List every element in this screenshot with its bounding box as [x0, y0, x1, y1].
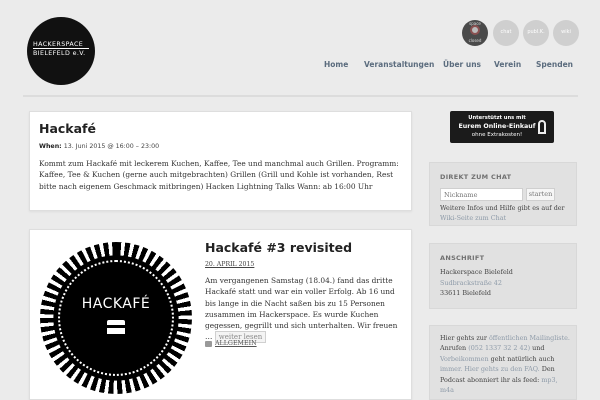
chat-help-text: Weitere Infos und Hilfe gibt es auf der … — [440, 203, 572, 223]
donate-banner[interactable]: Unterstützt uns mit Eurem Online-Einkauf… — [450, 111, 554, 143]
donate-line2: Eurem Online-Einkauf — [458, 123, 536, 130]
hackafe-badge-image[interactable]: HACKAFÉ — [40, 242, 192, 394]
address-block: Hackerspace Bielefeld Sudbrackstraße 42 … — [440, 267, 513, 299]
logo-divider — [33, 48, 89, 49]
info-text-4: geht natürlich auch — [490, 354, 555, 363]
ribbon-icon — [538, 120, 546, 134]
nickname-input[interactable] — [440, 188, 523, 201]
site-logo[interactable]: HACKERSPACE BIELEFELD e.V. — [27, 17, 95, 85]
event-when-label: When: — [39, 143, 62, 150]
widget-title: ANSCHRIFT — [440, 254, 485, 262]
publ-round-button[interactable]: publ.K. — [523, 20, 549, 46]
nav-veranstaltungen[interactable]: Veranstaltungen — [364, 60, 434, 69]
info-widget: Hier gehts zur öffentlichen Mailingliste… — [429, 325, 577, 400]
post-title[interactable]: Hackafé #3 revisited — [205, 240, 352, 255]
status-indicator-icon — [470, 25, 480, 35]
post-category[interactable]: ALLGEMEIN — [205, 340, 257, 347]
chat-wiki-link[interactable]: Wiki-Seite zum Chat — [440, 214, 506, 222]
donate-line1: Unterstützt uns mit — [468, 115, 526, 121]
badge-inner-ring — [58, 260, 174, 376]
blog-post-hackafe-revisited: HACKAFÉ Hackafé #3 revisited 20. APRIL 2… — [29, 229, 412, 400]
nav-ueber-uns[interactable]: Über uns — [443, 60, 481, 69]
address-widget: ANSCHRIFT Hackerspace Bielefeld Sudbrack… — [429, 243, 577, 309]
info-text-3: und — [532, 344, 545, 353]
chat-round-button[interactable]: chat — [493, 20, 519, 46]
category-label: ALLGEMEIN — [215, 340, 257, 347]
chat-help-prefix: Weitere Infos und Hilfe gibt es auf der — [440, 204, 565, 212]
space-status-value: closed — [468, 37, 482, 43]
post-excerpt: Am vergangenen Samstag (18.04.) fand das… — [205, 275, 405, 344]
address-street-link[interactable]: Sudbrackstraße 42 — [440, 278, 513, 289]
mailing-list-link[interactable]: öffentlichen Mailingliste. — [489, 334, 570, 342]
space-status-button[interactable]: space closed — [462, 20, 488, 46]
folder-icon — [205, 340, 212, 347]
nav-spenden[interactable]: Spenden — [536, 60, 573, 69]
info-text-2: Anrufen — [440, 344, 467, 353]
logo-text-line1: HACKERSPACE — [33, 41, 84, 48]
event-post-hackafe: Hackafé When: 13. Juni 2015 @ 16:00 – 23… — [29, 111, 412, 211]
badge-word: HACKAFÉ — [81, 296, 151, 312]
cake-icon — [107, 320, 125, 334]
info-text-1: Hier gehts zur — [440, 334, 487, 342]
wiki-round-button[interactable]: wiki — [553, 20, 579, 46]
address-name: Hackerspace Bielefeld — [440, 268, 513, 276]
chat-widget: DIREKT ZUM CHAT starten Weitere Infos un… — [429, 162, 577, 226]
event-meta: When: 13. Juni 2015 @ 16:00 – 23:00 — [39, 143, 159, 150]
header-divider — [23, 95, 578, 97]
widget-title: DIREKT ZUM CHAT — [440, 173, 512, 181]
logo-text-line2: BIELEFELD e.V. — [33, 50, 86, 57]
post-excerpt: Kommt zum Hackafé mit leckerem Kuchen, K… — [39, 159, 399, 191]
faq-link[interactable]: immer. Hier gehts zu den FAQ. — [440, 365, 540, 373]
info-text: Hier gehts zur öffentlichen Mailingliste… — [440, 333, 572, 395]
nav-home[interactable]: Home — [324, 60, 348, 69]
post-date[interactable]: 20. APRIL 2015 — [205, 261, 254, 268]
event-when-value: 13. Juni 2015 @ 16:00 – 23:00 — [63, 143, 160, 150]
visit-link[interactable]: Vorbeikommen — [440, 355, 489, 363]
donate-line3: ohne Extrakosten! — [471, 132, 523, 138]
address-city: 33611 Bielefeld — [440, 289, 491, 297]
nav-verein[interactable]: Verein — [494, 60, 521, 69]
post-title[interactable]: Hackafé — [39, 121, 96, 136]
chat-start-button[interactable]: starten — [526, 188, 555, 201]
phone-link[interactable]: (052 1337 32 2 42) — [468, 344, 530, 352]
